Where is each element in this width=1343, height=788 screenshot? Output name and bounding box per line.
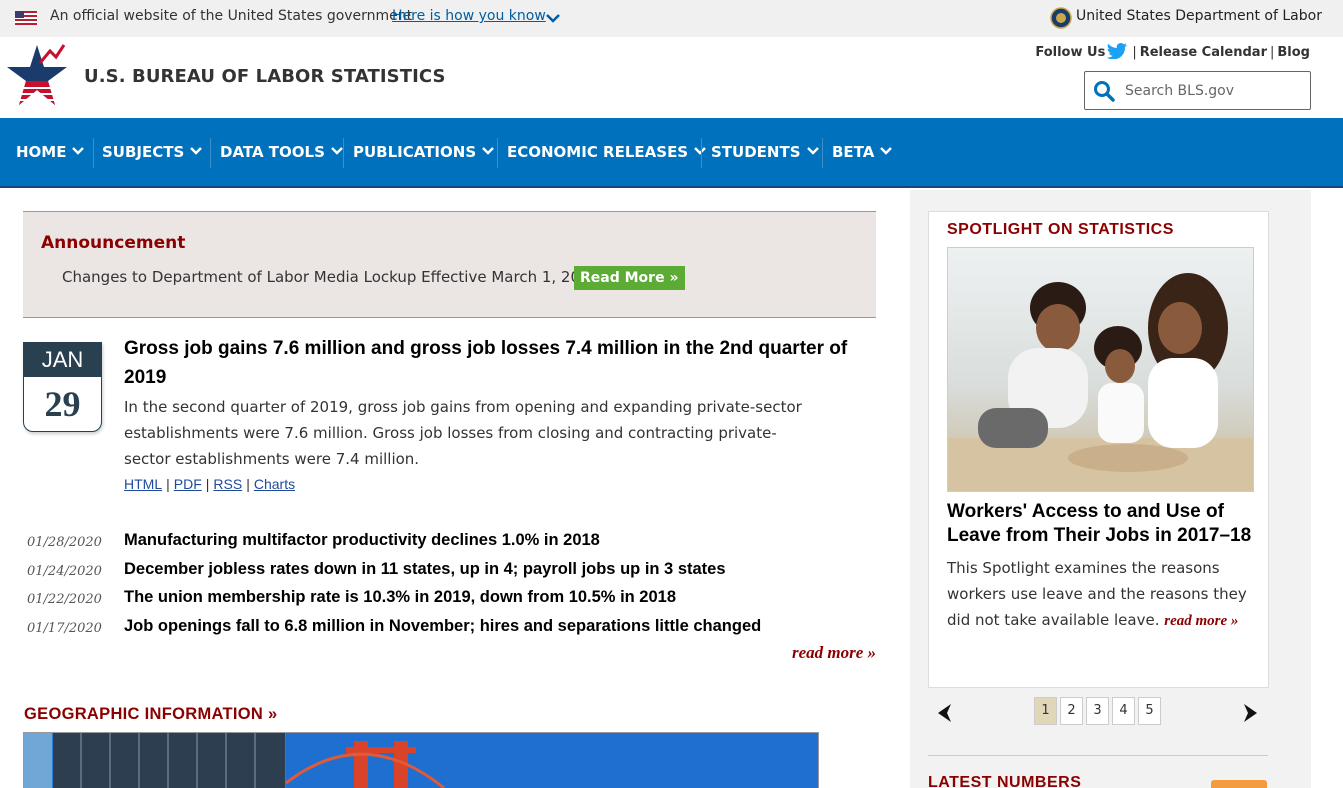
news-date: 01/28/2020 [27,535,102,550]
us-flag-icon [15,11,37,25]
page-button-4[interactable]: 4 [1112,697,1135,725]
latest-numbers-heading: LATEST NUMBERS [928,774,1082,788]
spotlight-image[interactable] [947,247,1254,492]
list-item: 01/17/2020 Job openings fall to 6.8 mill… [27,615,877,644]
chevron-down-icon[interactable] [545,10,561,26]
page-button-1[interactable]: 1 [1034,697,1057,725]
news-title[interactable]: December jobless rates down in 11 states… [124,560,726,579]
site-header: U.S. BUREAU OF LABOR STATISTICS Follow U… [0,37,1343,118]
nav-subjects[interactable]: SUBJECTS [102,143,203,163]
search-box[interactable] [1084,71,1311,110]
main-nav: HOME SUBJECTS DATA TOOLS PUBLICATIONS EC… [0,118,1343,188]
featured-format-links: HTML | PDF | RSS | Charts [124,476,295,492]
nav-publications[interactable]: PUBLICATIONS [353,143,494,163]
list-item: 01/22/2020 The union membership rate is … [27,586,877,615]
nav-label: BETA [832,143,875,161]
news-date: 01/24/2020 [27,563,102,579]
nav-students[interactable]: STUDENTS [711,143,819,163]
search-input[interactable] [1125,80,1300,102]
nav-label: PUBLICATIONS [353,143,477,161]
geographic-map-image[interactable] [23,732,819,788]
featured-headline[interactable]: Gross job gains 7.6 million and gross jo… [124,334,874,392]
html-link[interactable]: HTML [124,476,162,492]
news-list: 01/28/2020 Manufacturing multifactor pro… [27,529,877,643]
separator: | [1132,45,1137,60]
rss-badge-icon[interactable] [1211,780,1267,788]
news-title[interactable]: Manufacturing multifactor productivity d… [124,531,600,550]
spotlight-title[interactable]: Workers' Access to and Use of Leave from… [947,500,1267,548]
dol-seal-icon [1050,7,1072,29]
news-date: 01/17/2020 [27,620,102,636]
separator: | [205,476,210,492]
spotlight-pager: 1 2 3 4 5 [928,697,1269,727]
nav-divider [210,138,211,168]
news-date: 01/22/2020 [27,592,102,608]
nav-label: STUDENTS [711,143,801,161]
featured-summary: In the second quarter of 2019, gross job… [124,398,802,468]
gov-banner: An official website of the United States… [0,0,1343,37]
bls-logo-icon[interactable] [6,43,68,111]
release-date-badge: JAN 29 [23,342,102,432]
separator: | [166,476,170,492]
nav-data-tools[interactable]: DATA TOOLS [220,143,343,163]
geographic-information-link[interactable]: GEOGRAPHIC INFORMATION » [24,705,277,724]
spotlight-photo-graphic [948,248,1253,491]
chevron-down-icon [880,147,893,155]
list-item: 01/28/2020 Manufacturing multifactor pro… [27,529,877,558]
announcement-text: Changes to Department of Labor Media Loc… [62,268,600,286]
nav-label: DATA TOOLS [220,143,325,161]
site-title[interactable]: U.S. BUREAU OF LABOR STATISTICS [84,66,446,87]
follow-us-link[interactable]: Follow Us [1035,45,1105,60]
chevron-down-icon [331,147,343,155]
nav-divider [343,138,344,168]
nav-beta[interactable]: BETA [832,143,893,163]
chevron-down-icon [482,147,494,155]
release-day: 29 [44,384,81,424]
previous-arrow-icon[interactable] [935,703,955,723]
header-utility-links: Follow Us | Release Calendar | Blog [1035,43,1310,60]
announcement-heading: Announcement [41,233,186,253]
rss-link[interactable]: RSS [213,476,242,492]
nav-label: SUBJECTS [102,143,185,161]
news-title[interactable]: The union membership rate is 10.3% in 20… [124,588,676,607]
separator: | [246,476,250,492]
chevron-down-icon [806,147,819,155]
page-button-3[interactable]: 3 [1086,697,1109,725]
nav-divider [822,138,823,168]
official-site-text: An official website of the United States… [50,8,413,24]
release-month: JAN [24,343,101,377]
nav-economic-releases[interactable]: ECONOMIC RELEASES [507,143,706,163]
page-button-2[interactable]: 2 [1060,697,1083,725]
spotlight-label: SPOTLIGHT ON STATISTICS [947,221,1174,238]
nav-divider [93,138,94,168]
news-title[interactable]: Job openings fall to 6.8 million in Nove… [124,617,761,636]
news-read-more-link[interactable]: read more » [792,643,876,663]
spotlight-panel: SPOTLIGHT ON STATISTICS Workers' Access … [928,211,1269,688]
nav-divider [497,138,498,168]
chevron-down-icon [72,147,85,155]
sidebar-divider [928,755,1268,756]
how-you-know-link[interactable]: Here is how you know [392,8,546,24]
announcement-box: Announcement Changes to Department of La… [23,211,876,318]
nav-divider [701,138,702,168]
pdf-link[interactable]: PDF [174,476,202,492]
list-item: 01/24/2020 December jobless rates down i… [27,558,877,587]
nav-label: HOME [16,143,67,161]
search-icon[interactable] [1093,80,1115,102]
spotlight-read-more-link[interactable]: read more » [1164,613,1238,629]
release-calendar-link[interactable]: Release Calendar [1140,45,1267,60]
twitter-icon[interactable] [1107,43,1128,59]
page-button-5[interactable]: 5 [1138,697,1161,725]
nav-home[interactable]: HOME [16,143,85,163]
blog-link[interactable]: Blog [1277,45,1310,60]
spotlight-description: This Spotlight examines the reasons work… [947,555,1263,634]
separator: | [1270,45,1275,60]
nav-label: ECONOMIC RELEASES [507,143,689,161]
department-link[interactable]: United States Department of Labor [1076,8,1322,24]
announcement-read-more-button[interactable]: Read More » [574,266,685,290]
chevron-down-icon [190,147,203,155]
charts-link[interactable]: Charts [254,476,295,492]
geo-banner-graphic [24,733,818,788]
next-arrow-icon[interactable] [1240,703,1260,723]
